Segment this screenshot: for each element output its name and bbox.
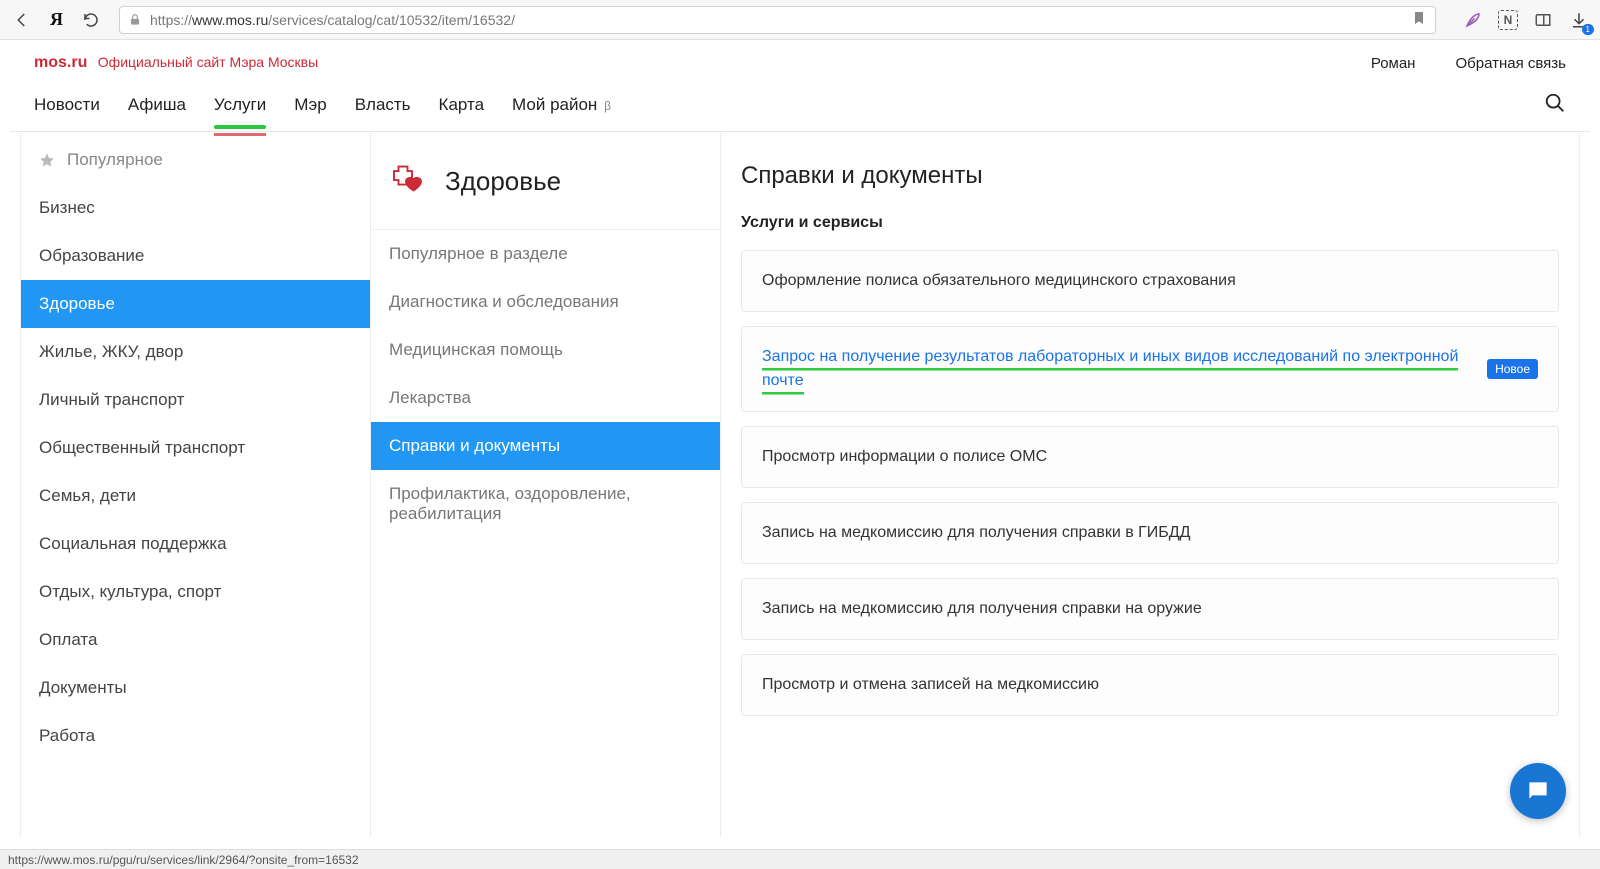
beta-badge: β (604, 99, 611, 113)
nav-district[interactable]: Мой район β (512, 85, 611, 125)
panel-icon[interactable] (1532, 9, 1554, 31)
site-header: mos.ru Официальный сайт Мэра Москвы Рома… (10, 40, 1590, 78)
service-card-oms-policy[interactable]: Оформление полиса обязательного медицинс… (741, 250, 1559, 312)
page-content: mos.ru Официальный сайт Мэра Москвы Рома… (0, 40, 1600, 837)
service-card-gibdd[interactable]: Запись на медкомиссию для получения спра… (741, 502, 1559, 564)
service-text: Запрос на получение результатов лаборато… (762, 345, 1475, 393)
sidebar-item-education[interactable]: Образование (21, 232, 370, 280)
sidebar-item-culture[interactable]: Отдых, культура, спорт (21, 568, 370, 616)
reload-button[interactable] (79, 8, 103, 32)
subnav-item-medicine[interactable]: Лекарства (371, 374, 720, 422)
downloads-icon[interactable]: 1 (1568, 9, 1590, 31)
url-scheme: https:// (150, 12, 192, 28)
logo-text: mos.ru (34, 54, 87, 71)
search-icon[interactable] (1544, 92, 1566, 117)
nav-afisha[interactable]: Афиша (128, 85, 186, 125)
subnav: Здоровье Популярное в разделе Диагностик… (371, 132, 721, 837)
sidebar-item-housing[interactable]: Жилье, ЖКУ, двор (21, 328, 370, 376)
extension-n-icon[interactable]: N (1498, 10, 1518, 30)
feather-icon[interactable] (1462, 9, 1484, 31)
sidebar-item-business[interactable]: Бизнес (21, 184, 370, 232)
service-text: Запись на медкомиссию для получения спра… (762, 521, 1538, 545)
subnav-item-diagnostics[interactable]: Диагностика и обследования (371, 278, 720, 326)
feedback-link[interactable]: Обратная связь (1455, 55, 1566, 72)
logo-subtext: Официальный сайт Мэра Москвы (98, 54, 318, 70)
subnav-title: Здоровье (445, 166, 561, 197)
subnav-item-prevention[interactable]: Профилактика, оздоровление, реабилитация (371, 470, 720, 538)
chat-fab[interactable] (1510, 763, 1566, 819)
sidebar-item-social[interactable]: Социальная поддержка (21, 520, 370, 568)
service-card-weapon[interactable]: Запись на медкомиссию для получения спра… (741, 578, 1559, 640)
main-subtitle: Услуги и сервисы (741, 214, 1559, 232)
service-text: Запись на медкомиссию для получения спра… (762, 597, 1538, 621)
sidebar-item-work[interactable]: Работа (21, 712, 370, 760)
sidebar-item-payment[interactable]: Оплата (21, 616, 370, 664)
nav-news[interactable]: Новости (34, 85, 100, 125)
sidebar-item-documents[interactable]: Документы (21, 664, 370, 712)
sidebar-item-personal-transport[interactable]: Личный транспорт (21, 376, 370, 424)
service-card-lab-results[interactable]: Запрос на получение результатов лаборато… (741, 326, 1559, 412)
sidebar-item-public-transport[interactable]: Общественный транспорт (21, 424, 370, 472)
service-text: Просмотр и отмена записей на медкомиссию (762, 673, 1538, 697)
nav-government[interactable]: Власть (355, 85, 411, 125)
subnav-item-certificates[interactable]: Справки и документы (371, 422, 720, 470)
nav-map[interactable]: Карта (439, 85, 485, 125)
back-button[interactable] (10, 8, 34, 32)
nav-services[interactable]: Услуги (214, 85, 266, 125)
service-text: Оформление полиса обязательного медицинс… (762, 269, 1538, 293)
sidebar-item-health[interactable]: Здоровье (21, 280, 370, 328)
url-text: https://www.mos.ru/services/catalog/cat/… (150, 12, 515, 28)
browser-toolbar: Я https://www.mos.ru/services/catalog/ca… (0, 0, 1600, 40)
subnav-item-medical-help[interactable]: Медицинская помощь (371, 326, 720, 374)
status-url: https://www.mos.ru/pgu/ru/services/link/… (8, 853, 359, 867)
columns-layout: Популярное Бизнес Образование Здоровье Ж… (20, 132, 1580, 837)
star-icon (39, 152, 55, 168)
sidebar-label: Популярное (67, 150, 163, 170)
health-icon (391, 162, 427, 201)
sidebar-item-popular[interactable]: Популярное (21, 136, 370, 184)
main-title: Справки и документы (741, 162, 1559, 190)
service-card-oms-info[interactable]: Просмотр информации о полисе ОМС (741, 426, 1559, 488)
sidebar: Популярное Бизнес Образование Здоровье Ж… (21, 132, 371, 837)
url-path: /services/catalog/cat/10532/item/16532/ (268, 12, 515, 28)
bookmark-icon[interactable] (1411, 10, 1427, 29)
url-host: www.mos.ru (192, 12, 268, 28)
service-text: Просмотр информации о полисе ОМС (762, 445, 1538, 469)
user-name-link[interactable]: Роман (1371, 55, 1416, 72)
nav-district-label: Мой район (512, 95, 597, 114)
main-panel: Справки и документы Услуги и сервисы Офо… (721, 132, 1579, 837)
service-text-highlight: Запрос на получение результатов лаборато… (762, 348, 1458, 392)
sidebar-item-family[interactable]: Семья, дети (21, 472, 370, 520)
lock-icon (128, 13, 142, 27)
toolbar-right: N 1 (1456, 9, 1590, 31)
nav-mayor[interactable]: Мэр (294, 85, 326, 125)
new-badge: Новое (1487, 359, 1538, 379)
service-card-cancel[interactable]: Просмотр и отмена записей на медкомиссию (741, 654, 1559, 716)
status-bar: https://www.mos.ru/pgu/ru/services/link/… (0, 849, 1600, 869)
subnav-header: Здоровье (371, 132, 720, 229)
site-logo[interactable]: mos.ru Официальный сайт Мэра Москвы (34, 54, 318, 72)
downloads-badge: 1 (1582, 24, 1594, 35)
url-bar[interactable]: https://www.mos.ru/services/catalog/cat/… (119, 6, 1436, 34)
yandex-home-button[interactable]: Я (46, 9, 67, 30)
subnav-item-popular[interactable]: Популярное в разделе (371, 230, 720, 278)
chat-icon (1525, 778, 1551, 804)
main-nav: Новости Афиша Услуги Мэр Власть Карта Мо… (10, 78, 1590, 132)
